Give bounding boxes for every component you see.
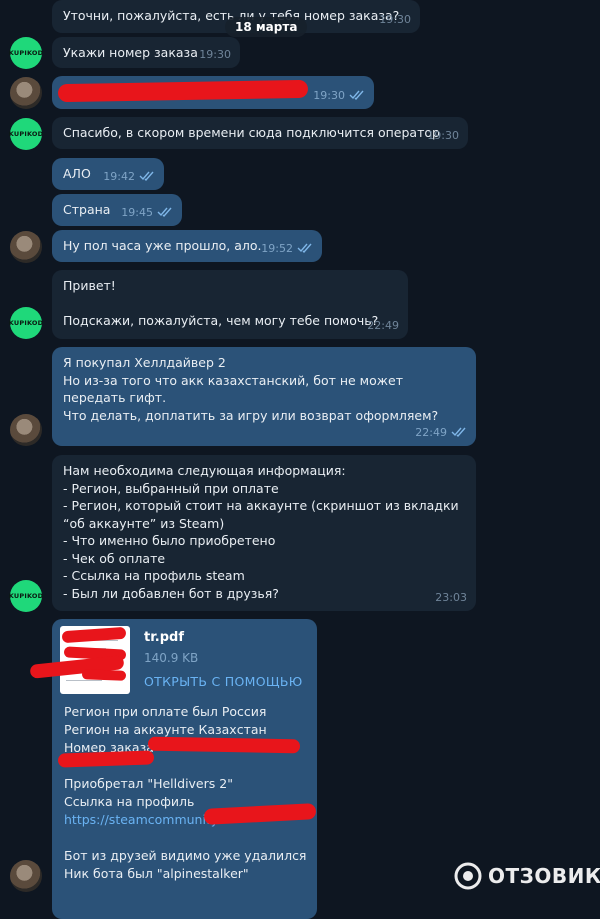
message-bubble[interactable]: Нам необходима следующая информация: - Р… (52, 455, 476, 611)
message-meta: 19:42 (103, 168, 155, 186)
message-time: 19:52 (261, 241, 293, 255)
bot-avatar[interactable]: KUPIKOD (8, 118, 44, 150)
message-text: Укажи номер заказа (63, 45, 198, 60)
message-text: АЛО (63, 166, 91, 181)
message-meta: 22:49 (415, 424, 467, 442)
user-avatar[interactable] (10, 231, 42, 263)
attachment-caption: Регион при оплате был Россия Регион на а… (64, 703, 314, 883)
message-bubble[interactable]: Привет! Подскажи, пожалуйста, чем могу т… (52, 270, 408, 339)
otzovik-logo-icon (454, 862, 482, 890)
message-bubble[interactable]: АЛО 19:42 (52, 158, 164, 190)
message-bubble[interactable]: Укажи номер заказа 19:30 (52, 37, 240, 68)
message-time: 19:30 (379, 12, 411, 26)
message-time: 19:42 (103, 169, 135, 183)
message-time: 22:49 (367, 318, 399, 332)
double-check-icon (451, 427, 467, 438)
message-meta: 19:45 (121, 204, 173, 222)
bot-avatar[interactable]: KUPIKOD (8, 307, 44, 339)
bot-avatar-text: KUPIKOD (8, 130, 44, 138)
message-text: Я покупал Хеллдайвер 2 Но из-за того что… (63, 355, 439, 423)
open-with-button[interactable]: ОТКРЫТЬ С ПОМОЩЬЮ (144, 674, 303, 689)
message-time: 19:30 (427, 128, 459, 142)
bot-avatar-text: KUPIKOD (8, 319, 44, 327)
message-meta: 19:30 (199, 46, 231, 64)
message-time: 19:30 (313, 88, 345, 102)
bot-avatar[interactable]: KUPIKOD (8, 580, 44, 612)
message-time: 23:03 (435, 590, 467, 604)
message-bubble[interactable]: Я покупал Хеллдайвер 2 Но из-за того что… (52, 347, 476, 446)
double-check-icon (157, 207, 173, 218)
watermark-text: ОТЗОВИК (488, 864, 600, 888)
bot-avatar[interactable]: KUPIKOD (8, 37, 44, 69)
message-text: Нам необходима следующая информация: - Р… (63, 463, 459, 601)
message-meta: 19:30 (313, 87, 365, 105)
message-text: Страна (63, 202, 111, 217)
bot-avatar-text: KUPIKOD (8, 592, 44, 600)
message-time: 22:49 (415, 425, 447, 439)
message-meta: 23:03 (435, 589, 467, 607)
file-size: 140.9 KB (144, 651, 199, 665)
message-meta: 22:49 (367, 317, 399, 335)
redaction-mark (147, 736, 301, 754)
date-separator: 18 марта (225, 17, 308, 37)
double-check-icon (139, 171, 155, 182)
bot-avatar-text: KUPIKOD (8, 49, 44, 57)
file-name[interactable]: tr.pdf (144, 630, 184, 645)
caption-line: Регион на аккаунте Казахстан (64, 722, 267, 737)
redaction-mark (81, 669, 127, 681)
message-text: Ну пол часа уже прошло, ало. (63, 238, 262, 253)
user-avatar[interactable] (10, 414, 42, 446)
message-time: 19:45 (121, 205, 153, 219)
message-time: 19:30 (199, 47, 231, 61)
message-meta: 19:30 (427, 127, 459, 145)
message-text: Привет! Подскажи, пожалуйста, чем могу т… (63, 278, 379, 328)
message-bubble[interactable]: Ну пол часа уже прошло, ало. 19:52 (52, 230, 322, 262)
otzovik-watermark: ОТЗОВИК (454, 862, 600, 890)
caption-line: Бот из друзей видимо уже удалился (64, 848, 307, 863)
double-check-icon (297, 243, 313, 254)
message-bubble[interactable]: Страна 19:45 (52, 194, 182, 226)
caption-line: Ник бота был "alpinestalker" (64, 866, 249, 881)
user-avatar[interactable] (10, 860, 42, 892)
double-check-icon (349, 90, 365, 101)
caption-line: Приобретал "Helldivers 2" (64, 776, 233, 791)
message-text: Спасибо, в скором времени сюда подключит… (63, 125, 440, 140)
message-meta: 19:52 (261, 240, 313, 258)
message-bubble[interactable]: Спасибо, в скором времени сюда подключит… (52, 117, 468, 149)
message-meta: 19:30 (379, 11, 411, 29)
caption-line: Регион при оплате был Россия (64, 704, 267, 719)
user-avatar[interactable] (10, 77, 42, 109)
